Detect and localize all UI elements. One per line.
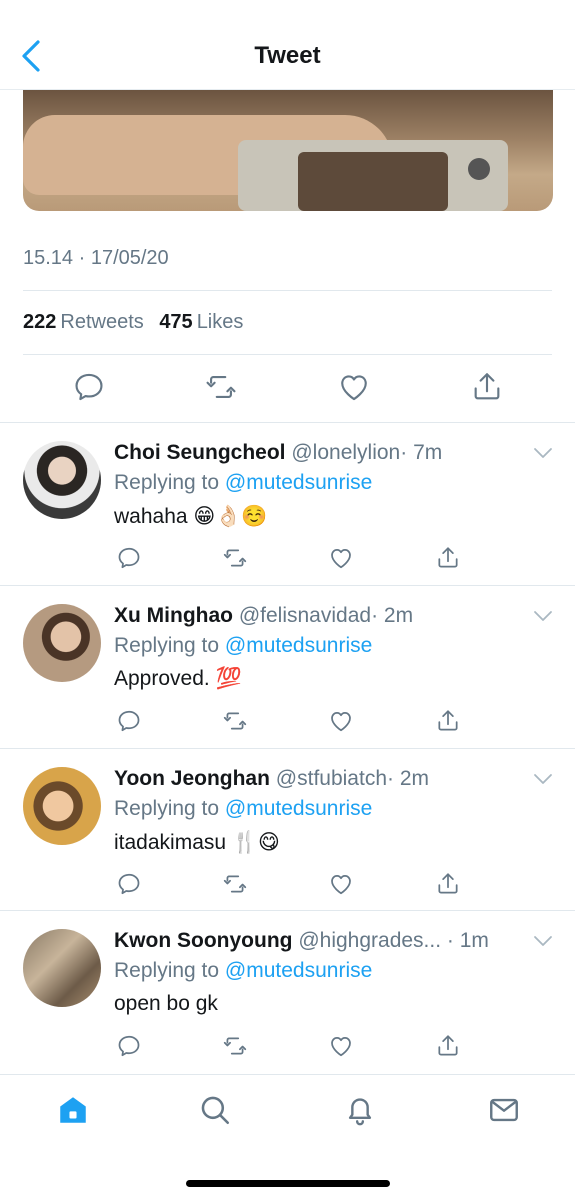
reply-time: · 2m: [387, 767, 430, 790]
reply-tweet[interactable]: Kwon Soonyoung @highgrades... · 1m Reply…: [0, 911, 575, 1073]
heart-icon: [331, 549, 351, 569]
likes-count[interactable]: 475: [159, 311, 192, 333]
reply-author-handle[interactable]: @stfubiatch: [276, 767, 387, 790]
retweet-icon: [206, 376, 236, 398]
avatar[interactable]: [23, 604, 101, 682]
home-icon: [60, 1097, 86, 1123]
heart-icon: [341, 375, 367, 401]
retweet-button[interactable]: [222, 545, 248, 571]
reply-icon: [118, 710, 140, 732]
chevron-down-icon[interactable]: [533, 772, 553, 786]
replying-to-label: Replying to: [114, 797, 220, 820]
retweet-button[interactable]: [222, 1033, 248, 1059]
reply-button[interactable]: [116, 545, 142, 571]
like-button[interactable]: [328, 708, 354, 734]
tab-search[interactable]: [198, 1093, 232, 1127]
chevron-down-icon[interactable]: [533, 609, 553, 623]
reply-mention-link[interactable]: @mutedsunrise: [225, 471, 372, 494]
reply-mention-link[interactable]: @mutedsunrise: [225, 959, 372, 982]
like-button[interactable]: [328, 545, 354, 571]
reply-mention-link[interactable]: @mutedsunrise: [225, 797, 372, 820]
page-title: Tweet: [254, 42, 321, 69]
reply-time: · 1m: [446, 929, 489, 952]
share-icon: [438, 1035, 458, 1056]
home-indicator[interactable]: [186, 1180, 390, 1187]
reply-button[interactable]: [72, 370, 106, 404]
share-button[interactable]: [435, 1033, 461, 1059]
share-icon: [438, 710, 458, 731]
reply-time: · 7m: [400, 441, 443, 464]
replying-to-label: Replying to: [114, 634, 220, 657]
share-button[interactable]: [435, 708, 461, 734]
avatar[interactable]: [23, 767, 101, 845]
avatar[interactable]: [23, 929, 101, 1007]
mail-icon: [490, 1098, 518, 1122]
tab-notifications[interactable]: [343, 1093, 377, 1127]
replying-to-label: Replying to: [114, 471, 220, 494]
heart-icon: [331, 712, 351, 732]
tab-home[interactable]: [56, 1093, 90, 1127]
retweet-icon: [223, 712, 247, 730]
reply-icon: [118, 1035, 140, 1057]
divider: [23, 290, 552, 291]
tweet-timestamp: 15.14 · 17/05/20: [23, 247, 169, 269]
reply-text: wahaha 😁👌🏻☺️: [114, 505, 268, 528]
reply-author-handle[interactable]: @lonelylion: [291, 441, 400, 464]
chevron-down-icon[interactable]: [533, 446, 553, 460]
replying-to-label: Replying to: [114, 959, 220, 982]
reply-author-name[interactable]: Yoon Jeonghan: [114, 767, 270, 790]
retweet-button[interactable]: [204, 370, 238, 404]
reply-text: open bo gk: [114, 992, 218, 1015]
tweet-media-image[interactable]: [23, 90, 553, 211]
search-icon: [201, 1096, 230, 1125]
reply-author-name[interactable]: Kwon Soonyoung: [114, 929, 292, 952]
retweet-icon: [223, 875, 247, 893]
reply-button[interactable]: [116, 1033, 142, 1059]
reply-icon: [118, 873, 140, 895]
top-bar: Tweet: [0, 0, 575, 90]
reply-icon: [75, 373, 103, 401]
retweets-label[interactable]: Retweets: [60, 311, 143, 333]
reply-button[interactable]: [116, 871, 142, 897]
reply-author-name[interactable]: Xu Minghao: [114, 604, 233, 627]
divider: [23, 354, 552, 355]
like-button[interactable]: [337, 370, 371, 404]
like-button[interactable]: [328, 871, 354, 897]
reply-button[interactable]: [116, 708, 142, 734]
share-button[interactable]: [435, 545, 461, 571]
reply-text: Approved. 💯: [114, 667, 242, 690]
share-button[interactable]: [435, 871, 461, 897]
share-button[interactable]: [470, 370, 504, 404]
reply-tweet[interactable]: Yoon Jeonghan @stfubiatch· 2m Replying t…: [0, 749, 575, 911]
tweet-stats: 222 Retweets 475 Likes: [23, 311, 253, 334]
likes-label[interactable]: Likes: [197, 311, 244, 333]
retweet-button[interactable]: [222, 708, 248, 734]
reply-tweet[interactable]: Choi Seungcheol @lonelylion· 7m Replying…: [0, 423, 575, 585]
retweets-count[interactable]: 222: [23, 311, 56, 333]
chevron-down-icon[interactable]: [533, 934, 553, 948]
reply-author-name[interactable]: Choi Seungcheol: [114, 441, 286, 464]
retweet-button[interactable]: [222, 871, 248, 897]
retweet-icon: [223, 1037, 247, 1055]
avatar[interactable]: [23, 441, 101, 519]
reply-text: itadakimasu 🍴😋: [114, 831, 280, 854]
reply-mention-link[interactable]: @mutedsunrise: [225, 634, 372, 657]
retweet-icon: [223, 549, 247, 567]
reply-author-handle[interactable]: @highgrades...: [298, 929, 441, 952]
reply-icon: [118, 547, 140, 569]
heart-icon: [331, 1037, 351, 1057]
share-icon: [438, 873, 458, 894]
reply-author-handle[interactable]: @felisnavidad: [239, 604, 371, 627]
share-icon: [474, 373, 500, 400]
tab-messages[interactable]: [487, 1093, 521, 1127]
tweet-actions: [0, 370, 575, 406]
reply-tweet[interactable]: Xu Minghao @felisnavidad· 2m Replying to…: [0, 586, 575, 748]
share-icon: [438, 547, 458, 568]
heart-icon: [331, 875, 351, 895]
like-button[interactable]: [328, 1033, 354, 1059]
reply-time: · 2m: [371, 604, 414, 627]
bell-icon: [348, 1098, 372, 1126]
